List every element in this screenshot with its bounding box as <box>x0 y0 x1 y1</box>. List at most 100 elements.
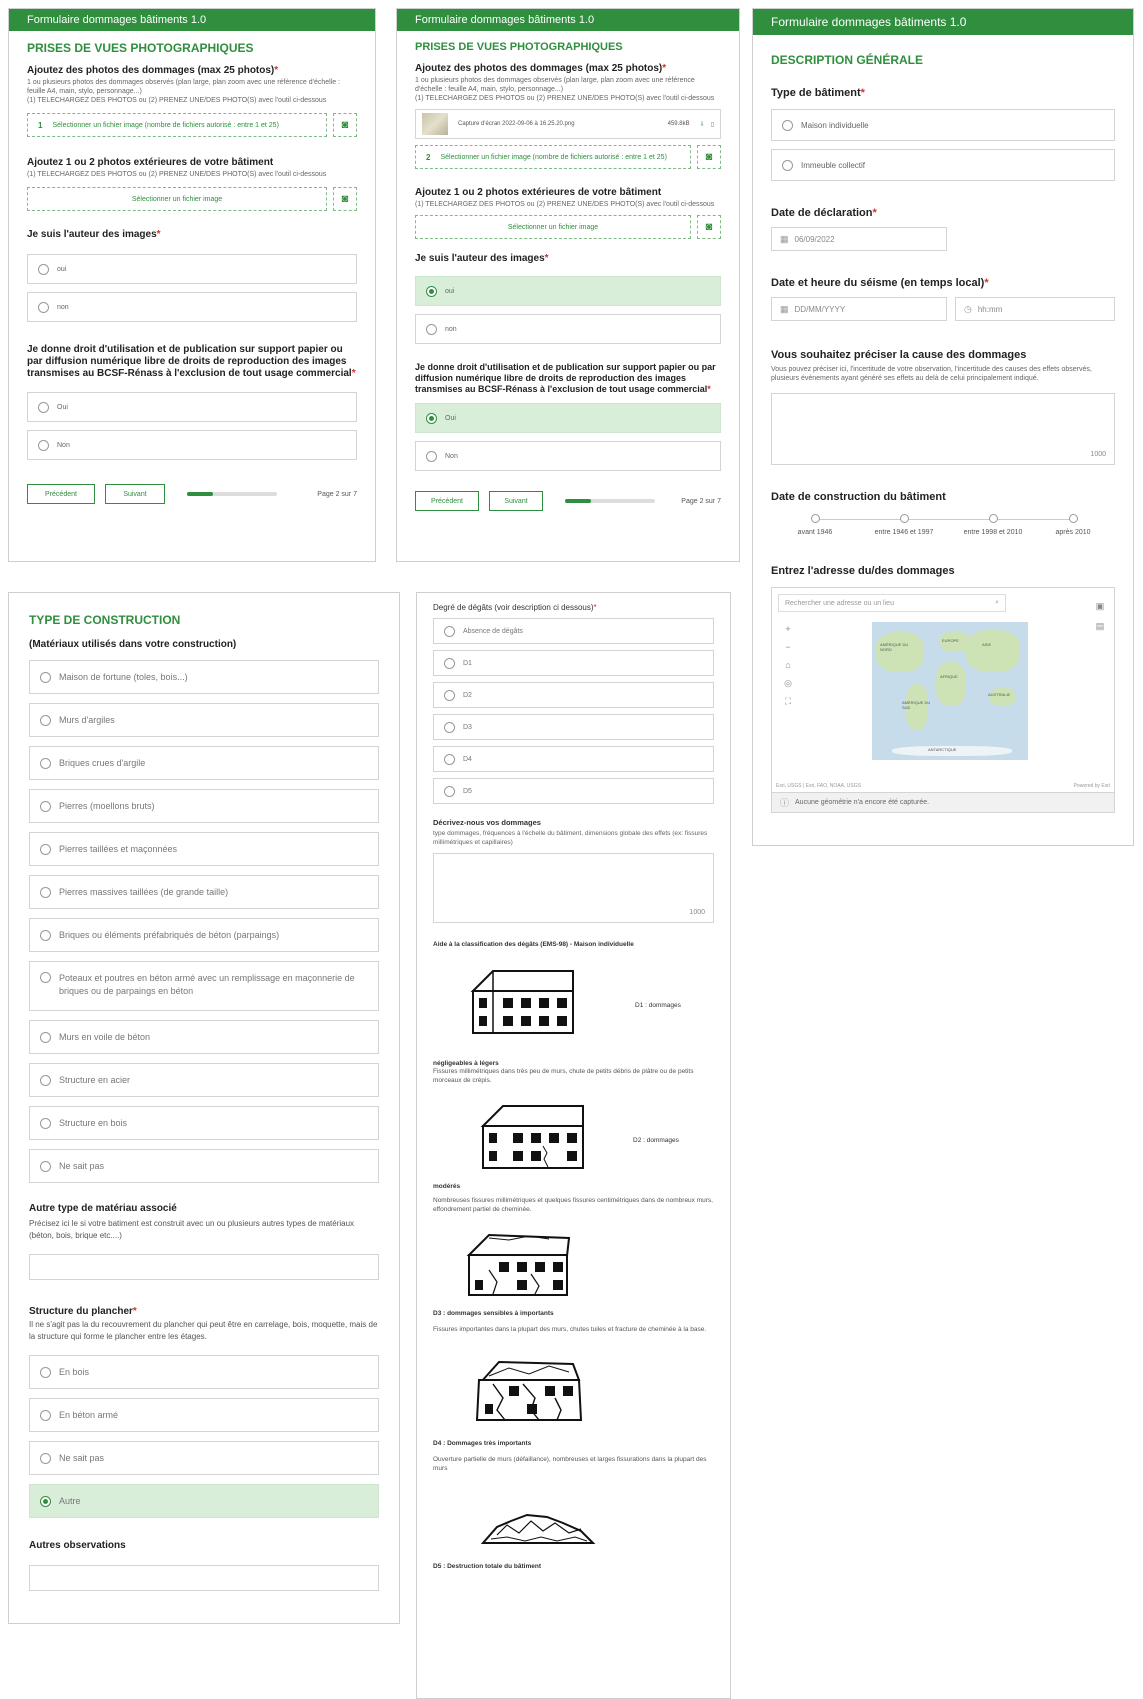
degree-option[interactable]: D1 <box>433 650 714 676</box>
floor-option[interactable]: Autre <box>29 1484 379 1518</box>
degree-option[interactable]: Absence de dégâts <box>433 618 714 644</box>
period-1998-2010[interactable]: entre 1998 et 2010 <box>953 514 1033 536</box>
material-option[interactable]: Pierres (moellons bruts) <box>29 789 379 823</box>
map-powered[interactable]: Powered by Esri <box>1074 783 1110 789</box>
next-button[interactable]: Suivant <box>105 484 165 504</box>
building-type-individual[interactable]: Maison individuelle <box>771 109 1115 141</box>
radio-icon <box>40 886 51 898</box>
upload-exterior-button[interactable]: Sélectionner un fichier image <box>415 215 691 239</box>
author-option-yes[interactable]: oui <box>27 254 357 284</box>
radio-icon <box>40 929 51 941</box>
degree-option[interactable]: D3 <box>433 714 714 740</box>
radio-icon <box>40 1160 51 1172</box>
author-option-no[interactable]: non <box>415 314 721 344</box>
floor-option[interactable]: Ne sait pas <box>29 1441 379 1475</box>
degree-option[interactable]: D5 <box>433 778 714 804</box>
material-option[interactable]: Briques crues d'argile <box>29 746 379 780</box>
camera-icon[interactable]: ◙ <box>333 187 357 211</box>
zoom-in-icon[interactable]: + <box>785 620 790 638</box>
camera-icon[interactable]: ◙ <box>697 145 721 169</box>
app-header: Formulaire dommages bâtiments 1.0 <box>753 9 1133 35</box>
attached-file-row: Capture d'écran 2022-09-06 à 16.25.20.pn… <box>415 109 721 139</box>
radio-icon <box>40 757 51 769</box>
author-option-yes[interactable]: oui <box>415 276 721 306</box>
trash-icon[interactable]: ▯ <box>711 121 714 128</box>
file-name: Capture d'écran 2022-09-06 à 16.25.20.pn… <box>458 121 575 127</box>
next-button[interactable]: Suivant <box>489 491 543 511</box>
cause-textarea[interactable]: 1000 <box>771 393 1115 465</box>
download-icon[interactable]: ⇩ <box>700 121 705 128</box>
material-option[interactable]: Maison de fortune (toles, bois...) <box>29 660 379 694</box>
home-icon[interactable]: ⌂ <box>785 656 790 674</box>
d1-side-label: D1 : dommages <box>635 1002 681 1009</box>
other-material-input[interactable] <box>29 1254 379 1280</box>
quake-date-input[interactable]: ▦ DD/MM/YYYY <box>771 297 947 321</box>
radio-icon <box>444 785 455 797</box>
other-observations-question: Autres observations <box>29 1540 126 1551</box>
camera-icon[interactable]: ◙ <box>333 113 357 137</box>
rights-option-yes[interactable]: Oui <box>415 403 721 433</box>
degree-option[interactable]: D2 <box>433 682 714 708</box>
floor-option[interactable]: En béton armé <box>29 1398 379 1432</box>
material-option[interactable]: Pierres taillées et maçonnées <box>29 832 379 866</box>
camera-icon[interactable]: ◙ <box>697 215 721 239</box>
radio-icon <box>426 412 437 424</box>
rights-option-yes[interactable]: Oui <box>27 392 357 422</box>
material-option[interactable]: Pierres massives taillées (de grande tai… <box>29 875 379 909</box>
other-observations-input[interactable] <box>29 1565 379 1591</box>
material-option[interactable]: Structure en bois <box>29 1106 379 1140</box>
describe-help: type dommages, fréquences à l'échelle du… <box>433 830 708 846</box>
rights-option-no[interactable]: Non <box>415 441 721 471</box>
material-option[interactable]: Murs d'argiles <box>29 703 379 737</box>
fullscreen-icon[interactable]: ⛶ <box>785 692 791 710</box>
zoom-out-icon[interactable]: − <box>785 638 790 656</box>
file-thumbnail[interactable] <box>422 113 448 135</box>
locate-icon[interactable]: ◎ <box>784 674 792 692</box>
upload-photos-button[interactable]: 2 Sélectionner un fichier image (nombre d… <box>415 145 691 169</box>
damage-photos-question: Ajoutez des photos des dommages (max 25 … <box>415 63 667 74</box>
radio-icon <box>40 800 51 812</box>
building-type-collective[interactable]: Immeuble collectif <box>771 149 1115 181</box>
degree-option[interactable]: D4 <box>433 746 714 772</box>
degree-options: Absence de dégâts D1 D2 D3 D4 D5 <box>417 618 730 804</box>
author-option-no[interactable]: non <box>27 292 357 322</box>
period-after-2010[interactable]: après 2010 <box>1033 514 1113 536</box>
info-icon: ⓘ <box>780 798 790 808</box>
construction-panel: TYPE DE CONSTRUCTION (Matériaux utilisés… <box>8 592 400 1624</box>
rights-option-no[interactable]: Non <box>27 430 357 460</box>
d4-label: D4 : Dommages très importants <box>433 1440 532 1447</box>
material-option[interactable]: Ne sait pas <box>29 1149 379 1183</box>
d2-side-label: D2 : dommages <box>633 1137 679 1144</box>
option-label: Autre <box>59 1496 81 1506</box>
material-option[interactable]: Structure en acier <box>29 1063 379 1097</box>
upload-exterior-button[interactable]: Sélectionner un fichier image <box>27 187 327 211</box>
declaration-date-input[interactable]: ▦ 06/09/2022 <box>771 227 947 251</box>
radio-icon <box>444 689 455 701</box>
upload-photos-button[interactable]: 1 Sélectionner un fichier image (nombre d… <box>27 113 327 137</box>
section-title: DESCRIPTION GÉNÉRALE <box>771 53 924 67</box>
search-icon[interactable]: ⌕ <box>995 599 999 607</box>
quake-time-input[interactable]: ◷ hh:mm <box>955 297 1115 321</box>
material-option[interactable]: Briques ou éléments préfabriqués de béto… <box>29 918 379 952</box>
period-before-1946[interactable]: avant 1946 <box>775 514 855 536</box>
radio-icon <box>426 285 437 297</box>
floor-option[interactable]: En bois <box>29 1355 379 1389</box>
period-1946-1997[interactable]: entre 1946 et 1997 <box>864 514 944 536</box>
layers-icon[interactable]: ▤ <box>1092 616 1108 636</box>
radio-icon <box>444 721 455 733</box>
address-map[interactable]: Rechercher une adresse ou un lieu ⌕ + − ⌂… <box>771 587 1115 793</box>
section-title: PRISES DE VUES PHOTOGRAPHIQUES <box>27 41 254 55</box>
previous-button[interactable]: Précédent <box>27 484 95 504</box>
radio-icon <box>40 1409 51 1421</box>
radio-icon <box>444 753 455 765</box>
qr-icon[interactable]: ▣ <box>1092 596 1108 616</box>
previous-button[interactable]: Précédent <box>415 491 479 511</box>
floor-help: Il ne s'agit pas la du recouvrement du p… <box>29 1320 378 1341</box>
material-option[interactable]: Poteaux et poutres en béton armé avec un… <box>29 961 379 1011</box>
map-search-input[interactable]: Rechercher une adresse ou un lieu ⌕ <box>778 594 1006 612</box>
material-option[interactable]: Murs en voile de béton <box>29 1020 379 1054</box>
option-label: En bois <box>59 1367 90 1377</box>
d1-label: négligeables à légers <box>433 1060 499 1067</box>
describe-textarea[interactable]: 1000 <box>433 853 714 923</box>
option-label: D1 <box>463 659 472 667</box>
